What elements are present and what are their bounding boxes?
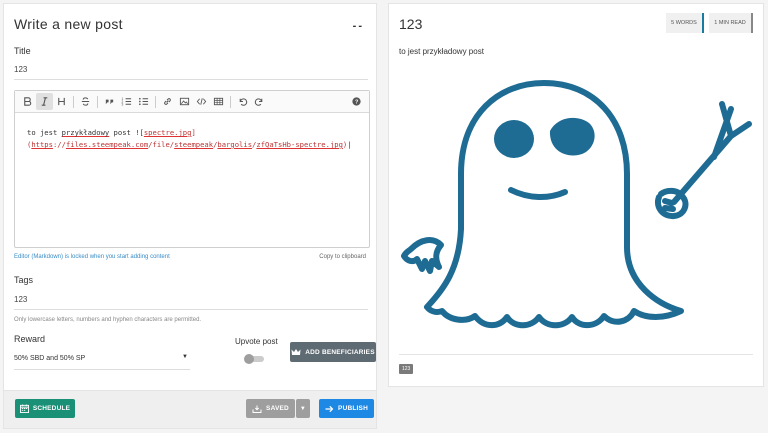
copy-to-clipboard-link[interactable]: Copy to clipboard xyxy=(319,254,366,260)
url-segment: bargolis xyxy=(217,140,253,149)
toggle-knob xyxy=(244,354,254,364)
title-input[interactable] xyxy=(14,60,368,80)
image-icon[interactable] xyxy=(176,93,193,110)
title-label: Title xyxy=(14,46,31,56)
image-alt-text: spectre.jpg xyxy=(143,128,192,137)
crown-icon xyxy=(291,349,301,355)
body-text-segment: ] xyxy=(191,128,196,137)
toolbar-divider xyxy=(230,95,231,108)
undo-icon[interactable] xyxy=(234,93,251,110)
tags-label: Tags xyxy=(14,275,34,285)
spectre-ghost-image xyxy=(401,80,752,329)
code-icon[interactable] xyxy=(193,93,210,110)
preview-title: 123 xyxy=(399,16,423,32)
download-tray-icon xyxy=(252,405,262,413)
post-preview-panel: 123 5 WORDS 1 MIN READ to jest przykłado… xyxy=(388,3,764,387)
help-icon[interactable]: ? xyxy=(348,93,365,110)
editor-heading: Write a new post xyxy=(14,16,123,32)
link-icon[interactable] xyxy=(159,93,176,110)
editor-header: Write a new post -- xyxy=(14,16,366,38)
svg-text:3: 3 xyxy=(121,103,123,107)
reward-label: Reward xyxy=(14,334,46,344)
text-cursor: | xyxy=(347,140,352,149)
upvote-toggle[interactable] xyxy=(244,354,264,364)
markdown-body-text[interactable]: to jest przykładowy post ![spectre.jpg] … xyxy=(27,127,363,151)
add-beneficiaries-button[interactable]: ADD BENEFICIARIES xyxy=(290,342,376,362)
post-editor-panel: Write a new post -- Title 123 ? to jest … xyxy=(3,3,377,429)
spellcheck-word: przykładowy xyxy=(61,128,110,137)
toolbar-divider xyxy=(73,95,74,108)
chevron-down-icon: ▼ xyxy=(299,405,307,412)
table-icon[interactable] xyxy=(210,93,227,110)
dropdown-caret-icon: ▼ xyxy=(182,354,188,360)
editor-toolbar: 123 ? xyxy=(15,91,369,113)
add-beneficiaries-label: ADD BENEFICIARIES xyxy=(305,348,375,356)
body-text-segment: post ![ xyxy=(109,128,144,137)
bold-icon[interactable] xyxy=(19,93,36,110)
upvote-label: Upvote post xyxy=(235,337,278,346)
saved-button[interactable]: SAVED xyxy=(246,399,295,418)
redo-icon[interactable] xyxy=(251,93,268,110)
url-segment: zfQaTsHb-spectre.jpg xyxy=(256,140,343,149)
tags-input[interactable] xyxy=(14,290,368,310)
italic-icon[interactable] xyxy=(36,93,53,110)
collapse-button[interactable]: -- xyxy=(353,20,364,32)
publish-button[interactable]: PUBLISH xyxy=(319,399,374,418)
reward-select[interactable]: 50% SBD and 50% SP ▼ xyxy=(14,352,190,370)
publish-label: PUBLISH xyxy=(338,405,368,412)
url-segment: files.steempeak.com xyxy=(65,140,149,149)
word-count-badge: 5 WORDS xyxy=(666,13,704,33)
heading-icon[interactable] xyxy=(53,93,70,110)
editor-locked-note: Editor (Markdown) is locked when you sta… xyxy=(14,254,170,260)
read-time-badge: 1 MIN READ xyxy=(709,13,753,33)
quote-icon[interactable] xyxy=(101,93,118,110)
saved-options-button[interactable]: ▼ xyxy=(296,399,310,418)
markdown-editor: 123 ? to jest przykładowy post ![spectre… xyxy=(14,90,370,248)
preview-body-text: to jest przykładowy post xyxy=(399,47,484,56)
ordered-list-icon[interactable]: 123 xyxy=(118,93,135,110)
schedule-button[interactable]: SCHEDULE xyxy=(15,399,75,418)
strikethrough-icon[interactable] xyxy=(77,93,94,110)
url-segment: steempeak xyxy=(174,140,214,149)
saved-label: SAVED xyxy=(266,405,289,412)
tags-hint: Only lowercase letters, numbers and hyph… xyxy=(14,317,202,323)
preview-divider xyxy=(399,354,753,355)
toolbar-divider xyxy=(97,95,98,108)
url-segment: :// xyxy=(52,140,66,149)
arrow-right-icon xyxy=(325,405,334,412)
url-segment: https xyxy=(31,140,53,149)
schedule-label: SCHEDULE xyxy=(32,405,71,412)
url-segment: /file/ xyxy=(148,140,175,149)
reward-selected-value: 50% SBD and 50% SP xyxy=(14,355,86,362)
body-text-segment: to jest xyxy=(27,128,62,137)
calendar-icon xyxy=(19,404,29,413)
toolbar-divider xyxy=(155,95,156,108)
unordered-list-icon[interactable] xyxy=(135,93,152,110)
preview-tag[interactable]: 123 xyxy=(399,364,414,374)
